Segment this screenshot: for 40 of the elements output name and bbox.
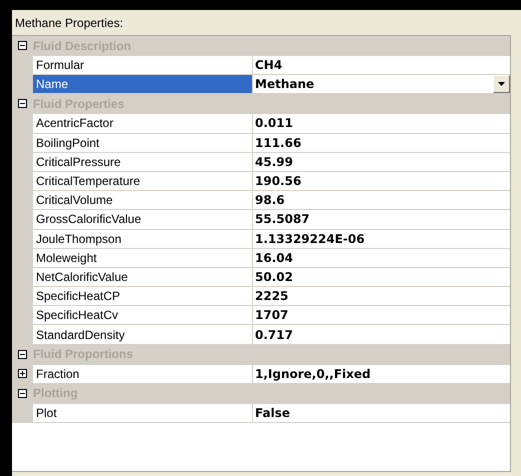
property-name[interactable]: AcentricFactor (33, 114, 253, 133)
property-name[interactable]: NetCalorificValue (33, 268, 253, 286)
property-name[interactable]: CriticalTemperature (33, 172, 253, 190)
property-value: 98.6 (255, 193, 285, 208)
property-name[interactable]: Name (33, 75, 253, 94)
property-name[interactable]: StandardDensity (33, 325, 253, 344)
property-value: 1,Ignore,0,,Fixed (255, 366, 371, 381)
property-name[interactable]: Moleweight (33, 248, 253, 267)
property-value: 55.5087 (255, 212, 310, 226)
property-value: 1707 (255, 308, 288, 322)
property-value: CH4 (255, 58, 282, 72)
property-value: 16.04 (255, 250, 293, 265)
collapse-icon[interactable] (18, 99, 27, 108)
caret-icon (498, 82, 505, 86)
property-value: False (255, 406, 290, 420)
property-name[interactable]: Plot (33, 404, 253, 422)
property-name[interactable]: SpecificHeatCP (33, 287, 253, 306)
property-name[interactable]: BoilingPoint (33, 134, 253, 152)
property-name[interactable]: JouleThompson (33, 230, 253, 248)
property-value: 45.99 (255, 154, 293, 169)
property-value: 1.13329224E-06 (255, 232, 365, 246)
property-name[interactable]: Formular (33, 56, 253, 74)
property-value: 0.011 (255, 116, 293, 130)
property-name[interactable]: Fraction (33, 364, 253, 383)
collapse-icon[interactable] (18, 388, 27, 398)
collapse-icon[interactable] (18, 350, 27, 359)
property-value: 50.02 (255, 270, 293, 284)
property-name[interactable]: CriticalVolume (33, 191, 253, 210)
property-name[interactable]: SpecificHeatCv (33, 306, 253, 324)
expand-icon[interactable] (18, 369, 27, 378)
property-value: 2225 (255, 289, 288, 304)
panel-title: Methane Properties: (14, 15, 124, 32)
dropdown-button[interactable] (493, 75, 510, 94)
property-name[interactable]: CriticalPressure (33, 152, 253, 171)
property-value: Methane (255, 77, 314, 92)
property-name[interactable]: GrossCalorificValue (33, 210, 253, 228)
property-value: 190.56 (255, 174, 302, 188)
property-value: 0.717 (255, 328, 293, 342)
property-value: 111.66 (255, 136, 302, 150)
collapse-icon[interactable] (18, 41, 27, 50)
